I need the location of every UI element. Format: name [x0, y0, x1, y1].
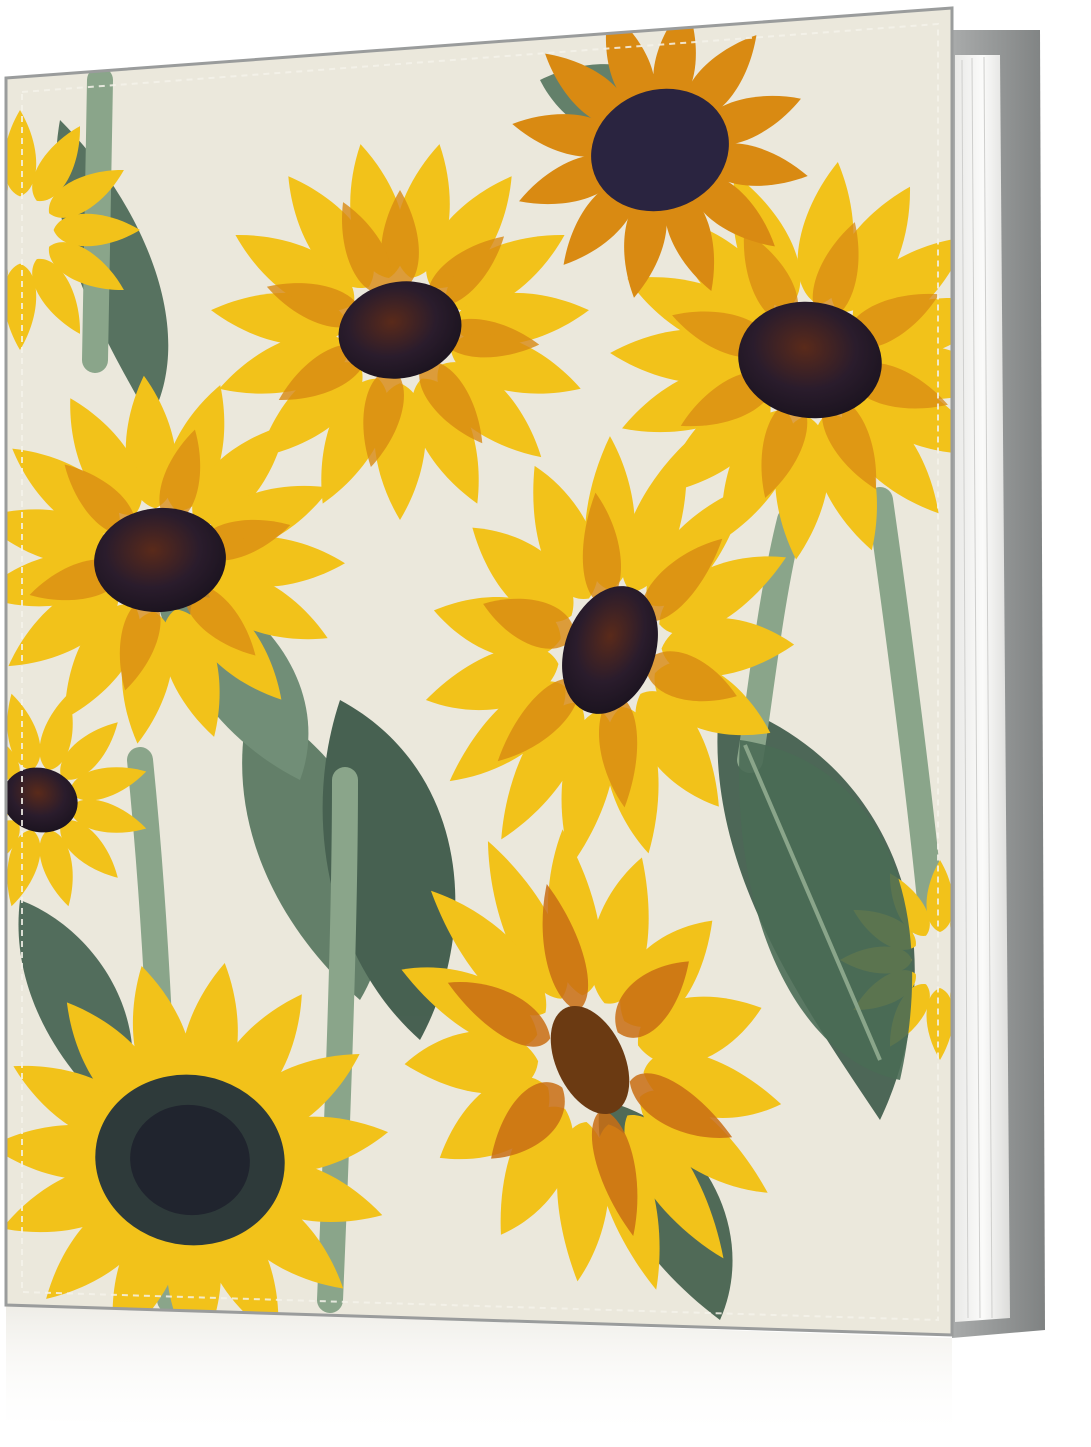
product-photo [0, 0, 1091, 1447]
sunflower-cover-art [6, 8, 952, 1335]
photo-album-illustration [4, 6, 1045, 1440]
